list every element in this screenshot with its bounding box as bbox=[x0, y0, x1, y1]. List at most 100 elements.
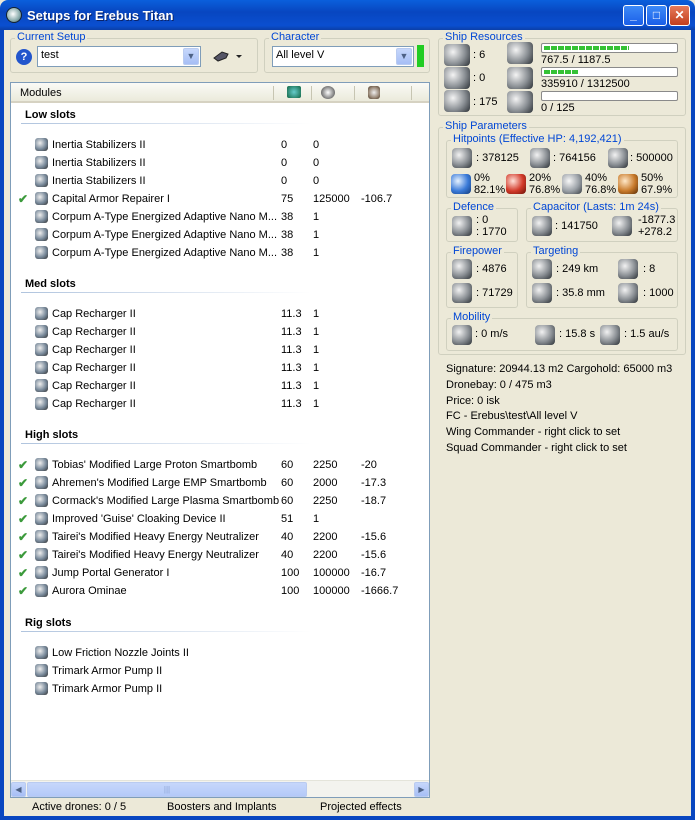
module-row[interactable]: ✔ Tobias' Modified Large Proton Smartbomb… bbox=[11, 456, 429, 474]
active-check-icon[interactable]: ✔ bbox=[18, 530, 28, 544]
boosters-implants-status[interactable]: Boosters and Implants bbox=[167, 801, 276, 813]
module-row[interactable]: ✔ Improved 'Guise' Cloaking Device II 51 1 bbox=[11, 510, 429, 528]
module-cpu: 0 bbox=[281, 157, 288, 169]
module-row[interactable]: Cap Recharger II 11.3 1 bbox=[11, 395, 429, 413]
module-name: Inertia Stabilizers II bbox=[52, 139, 146, 151]
module-row[interactable]: Cap Recharger II 11.3 1 bbox=[11, 323, 429, 341]
module-row[interactable]: ✔ Jump Portal Generator I 100 100000 -16.7 bbox=[11, 564, 429, 582]
active-check-icon[interactable]: ✔ bbox=[18, 458, 28, 472]
module-icon bbox=[35, 156, 48, 169]
module-row[interactable]: ✔ Ahremen's Modified Large EMP Smartbomb 6… bbox=[11, 474, 429, 492]
module-row[interactable]: Corpum A-Type Energized Adaptive Nano M.… bbox=[11, 244, 429, 262]
module-row[interactable]: Corpum A-Type Energized Adaptive Nano M.… bbox=[11, 208, 429, 226]
thermal-resist-icon bbox=[506, 174, 526, 194]
module-icon bbox=[35, 228, 48, 241]
title-bar[interactable]: Setups for Erebus Titan _ □ ✕ bbox=[0, 0, 695, 30]
module-row[interactable]: Corpum A-Type Energized Adaptive Nano M.… bbox=[11, 226, 429, 244]
targeting-label: Targeting bbox=[531, 245, 581, 257]
module-icon bbox=[35, 494, 48, 507]
horizontal-scrollbar[interactable]: ◀ ||| ▶ bbox=[11, 780, 429, 797]
module-cpu: 0 bbox=[281, 139, 288, 151]
projected-effects-status[interactable]: Projected effects bbox=[320, 801, 402, 813]
explosive-resist-value2: 67.9% bbox=[641, 184, 673, 196]
module-row[interactable]: Cap Recharger II 11.3 1 bbox=[11, 341, 429, 359]
powergrid-column-icon[interactable] bbox=[321, 86, 335, 99]
module-capacitor: -16.7 bbox=[361, 567, 387, 579]
kinetic-resist-value: 40% bbox=[585, 172, 608, 184]
module-powergrid: 2250 bbox=[313, 459, 338, 471]
module-row[interactable]: ✔ Tairei's Modified Heavy Energy Neutrali… bbox=[11, 546, 429, 564]
module-row[interactable]: Trimark Armor Pump II bbox=[11, 662, 429, 680]
em-resist-icon bbox=[451, 174, 471, 194]
scroll-thumb[interactable]: ||| bbox=[27, 782, 307, 797]
module-row[interactable]: ✔ Tairei's Modified Heavy Energy Neutrali… bbox=[11, 528, 429, 546]
character-select[interactable]: All level V ▼ bbox=[272, 46, 414, 67]
app-icon bbox=[6, 7, 22, 23]
module-capacitor: -20 bbox=[361, 459, 377, 471]
module-row[interactable]: ✔ Cormack's Modified Large Plasma Smartbo… bbox=[11, 492, 429, 510]
active-check-icon[interactable]: ✔ bbox=[18, 476, 28, 490]
module-icon bbox=[35, 343, 48, 356]
module-icon bbox=[35, 566, 48, 579]
module-name: Cap Recharger II bbox=[52, 362, 136, 374]
module-row[interactable]: Inertia Stabilizers II 0 0 bbox=[11, 136, 429, 154]
module-name: Cap Recharger II bbox=[52, 308, 136, 320]
module-name: Improved 'Guise' Cloaking Device II bbox=[52, 513, 226, 525]
module-row[interactable]: Inertia Stabilizers II 0 0 bbox=[11, 154, 429, 172]
explosive-resist-icon bbox=[618, 174, 638, 194]
module-powergrid: 0 bbox=[313, 157, 320, 169]
modules-column-header[interactable]: Modules bbox=[20, 87, 62, 99]
shield-hp-value: : 378125 bbox=[476, 152, 519, 164]
wing-commander-info[interactable]: Wing Commander - right click to set bbox=[446, 426, 620, 438]
cpu-bar-fill bbox=[544, 46, 629, 50]
active-drones-status[interactable]: Active drones: 0 / 5 bbox=[32, 801, 126, 813]
active-check-icon[interactable]: ✔ bbox=[18, 584, 28, 598]
module-icon bbox=[35, 138, 48, 151]
module-name: Cormack's Modified Large Plasma Smartbom… bbox=[52, 495, 280, 507]
capacitor-column-icon[interactable] bbox=[368, 86, 380, 99]
minimize-button[interactable]: _ bbox=[623, 5, 644, 26]
maximize-button[interactable]: □ bbox=[646, 5, 667, 26]
ship-tools-button[interactable] bbox=[212, 48, 244, 64]
module-name: Capital Armor Repairer I bbox=[52, 193, 170, 205]
module-row[interactable]: Trimark Armor Pump II bbox=[11, 680, 429, 698]
module-capacitor: -17.3 bbox=[361, 477, 387, 489]
module-row[interactable]: Cap Recharger II 11.3 1 bbox=[11, 377, 429, 395]
current-setup-select[interactable]: test ▼ bbox=[37, 46, 201, 67]
scroll-right-icon[interactable]: ▶ bbox=[414, 782, 429, 797]
active-check-icon[interactable]: ✔ bbox=[18, 548, 28, 562]
module-cpu: 11.3 bbox=[281, 380, 302, 392]
help-icon[interactable]: ? bbox=[16, 49, 32, 65]
chevron-down-icon[interactable]: ▼ bbox=[183, 48, 199, 65]
module-row[interactable]: ✔ Capital Armor Repairer I 75 125000 -106.7 bbox=[11, 190, 429, 208]
module-name: Inertia Stabilizers II bbox=[52, 157, 146, 169]
thermal-resist-value: 20% bbox=[529, 172, 552, 184]
active-check-icon[interactable]: ✔ bbox=[18, 512, 28, 526]
targeting-range-value: : 249 km bbox=[556, 263, 599, 275]
module-capacitor: -15.6 bbox=[361, 531, 387, 543]
module-row[interactable]: Cap Recharger II 11.3 1 bbox=[11, 359, 429, 377]
cpu-column-icon[interactable] bbox=[287, 86, 301, 98]
scroll-left-icon[interactable]: ◀ bbox=[11, 782, 26, 797]
module-powergrid: 1 bbox=[313, 362, 320, 374]
defence-value-1: : 0 bbox=[476, 214, 489, 226]
module-row[interactable]: ✔ Aurora Ominae 100 100000 -1666.7 bbox=[11, 582, 429, 600]
active-check-icon[interactable]: ✔ bbox=[18, 192, 28, 206]
close-button[interactable]: ✕ bbox=[669, 5, 690, 26]
module-row[interactable]: Inertia Stabilizers II 0 0 bbox=[11, 172, 429, 190]
module-icon bbox=[35, 379, 48, 392]
module-cpu: 11.3 bbox=[281, 344, 302, 356]
section-divider bbox=[21, 292, 311, 293]
modules-list[interactable]: Modules Low slots Inertia Stabilizers II 0… bbox=[10, 82, 430, 798]
section-title: High slots bbox=[25, 429, 79, 441]
module-row[interactable]: Low Friction Nozzle Joints II bbox=[11, 644, 429, 662]
module-powergrid: 1 bbox=[313, 247, 320, 259]
fleet-commander-info[interactable]: FC - Erebus\test\All level V bbox=[446, 410, 577, 422]
module-icon bbox=[35, 530, 48, 543]
chevron-down-icon[interactable]: ▼ bbox=[396, 48, 412, 65]
defence-value-2: : 1770 bbox=[476, 226, 507, 238]
active-check-icon[interactable]: ✔ bbox=[18, 566, 28, 580]
module-row[interactable]: Cap Recharger II 11.3 1 bbox=[11, 305, 429, 323]
squad-commander-info[interactable]: Squad Commander - right click to set bbox=[446, 442, 627, 454]
active-check-icon[interactable]: ✔ bbox=[18, 494, 28, 508]
